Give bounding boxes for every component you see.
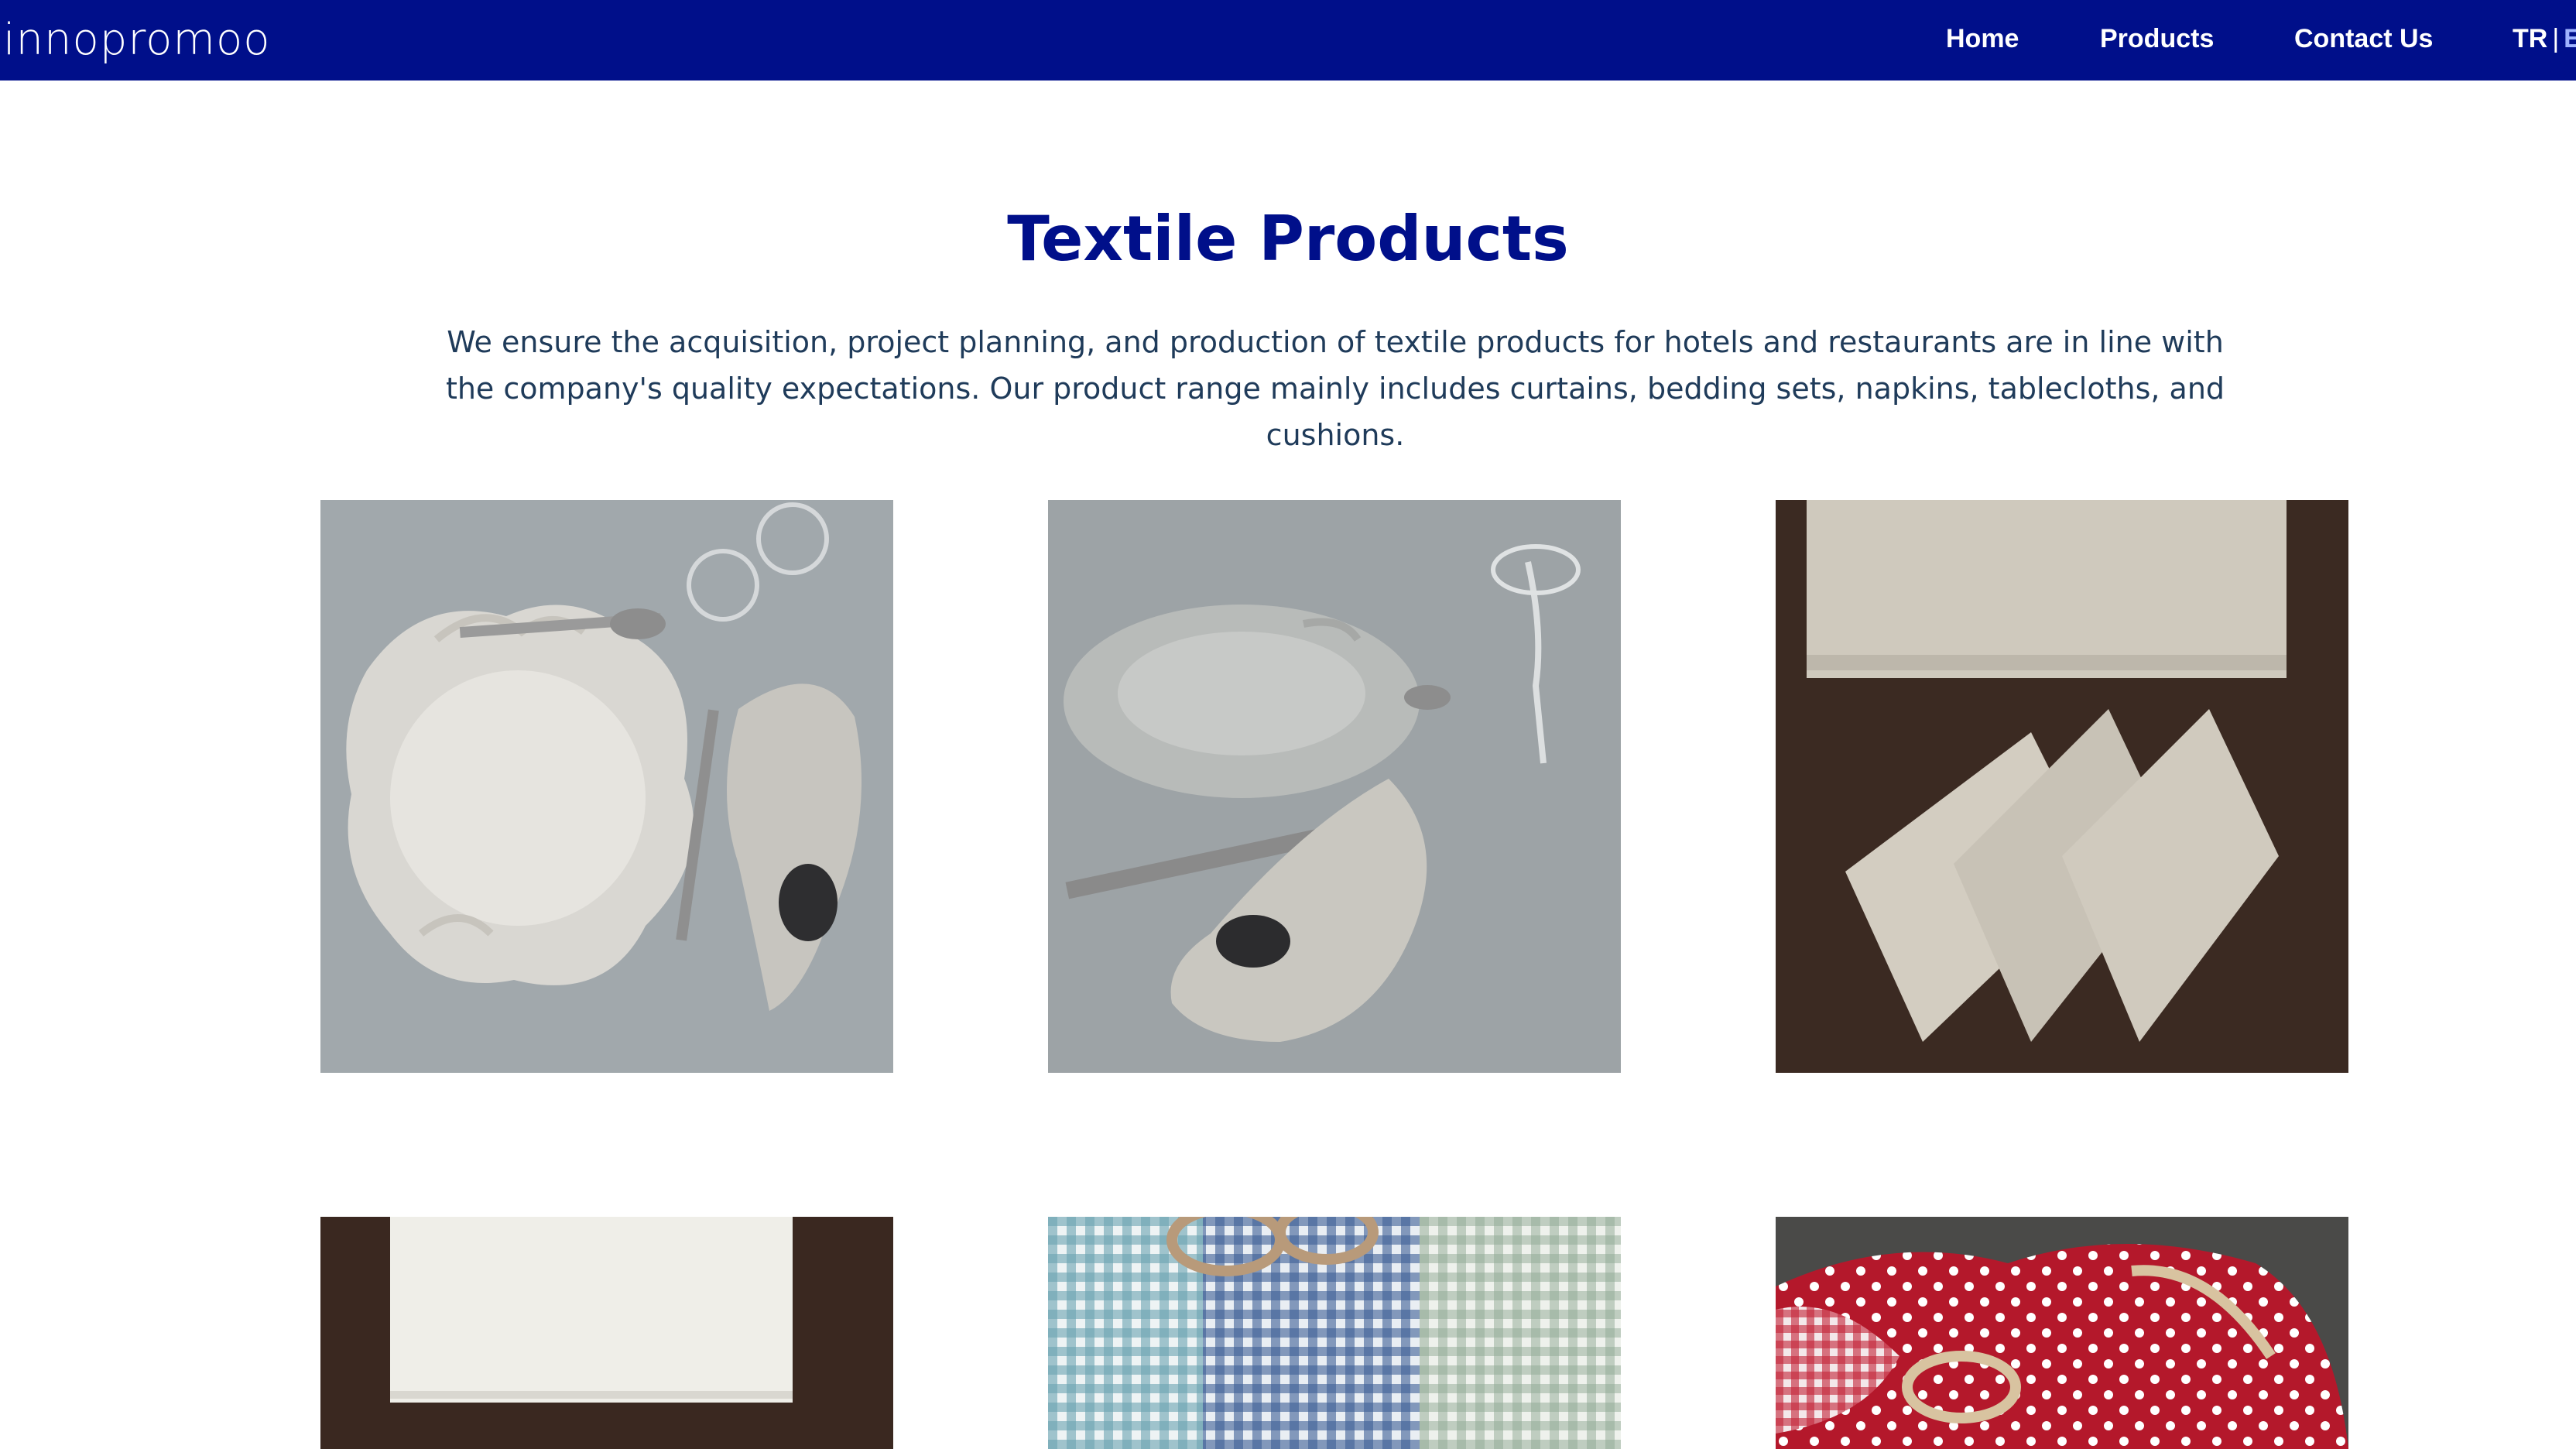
lang-separator: |	[2552, 24, 2560, 53]
top-navbar: innopromoo Home Products Contact Us TR | E	[0, 0, 2576, 80]
nav-products-link[interactable]: Products	[2100, 0, 2214, 80]
gallery-image-table-setting[interactable]	[1048, 500, 1621, 1073]
gallery-image-white-napkin[interactable]	[320, 1217, 893, 1449]
brand-logo[interactable]: innopromoo	[3, 0, 270, 80]
language-switcher: TR | E	[2513, 0, 2576, 80]
polka-napkins-photo	[1776, 1217, 2348, 1449]
gallery-image-folded-napkins[interactable]	[1776, 500, 2348, 1073]
page-description: We ensure the acquisition, project plann…	[445, 325, 2225, 452]
gingham-napkins-photo	[1048, 1217, 1621, 1449]
folded-napkins-photo	[1776, 500, 2348, 1073]
gallery-image-gingham-napkins[interactable]	[1048, 1217, 1621, 1449]
plate-napkin-photo	[320, 500, 893, 1073]
gallery-image-plate-napkin[interactable]	[320, 500, 893, 1073]
lang-en-link[interactable]: E	[2564, 24, 2576, 53]
table-setting-photo	[1048, 500, 1621, 1073]
white-napkin-photo	[320, 1217, 893, 1449]
gallery-image-polka-napkins[interactable]	[1776, 1217, 2348, 1449]
nav-contact-link[interactable]: Contact Us	[2294, 0, 2433, 80]
nav-home-link[interactable]: Home	[1946, 0, 2019, 80]
lang-tr-link[interactable]: TR	[2513, 24, 2547, 53]
page-title: Textile Products	[1007, 203, 1569, 275]
